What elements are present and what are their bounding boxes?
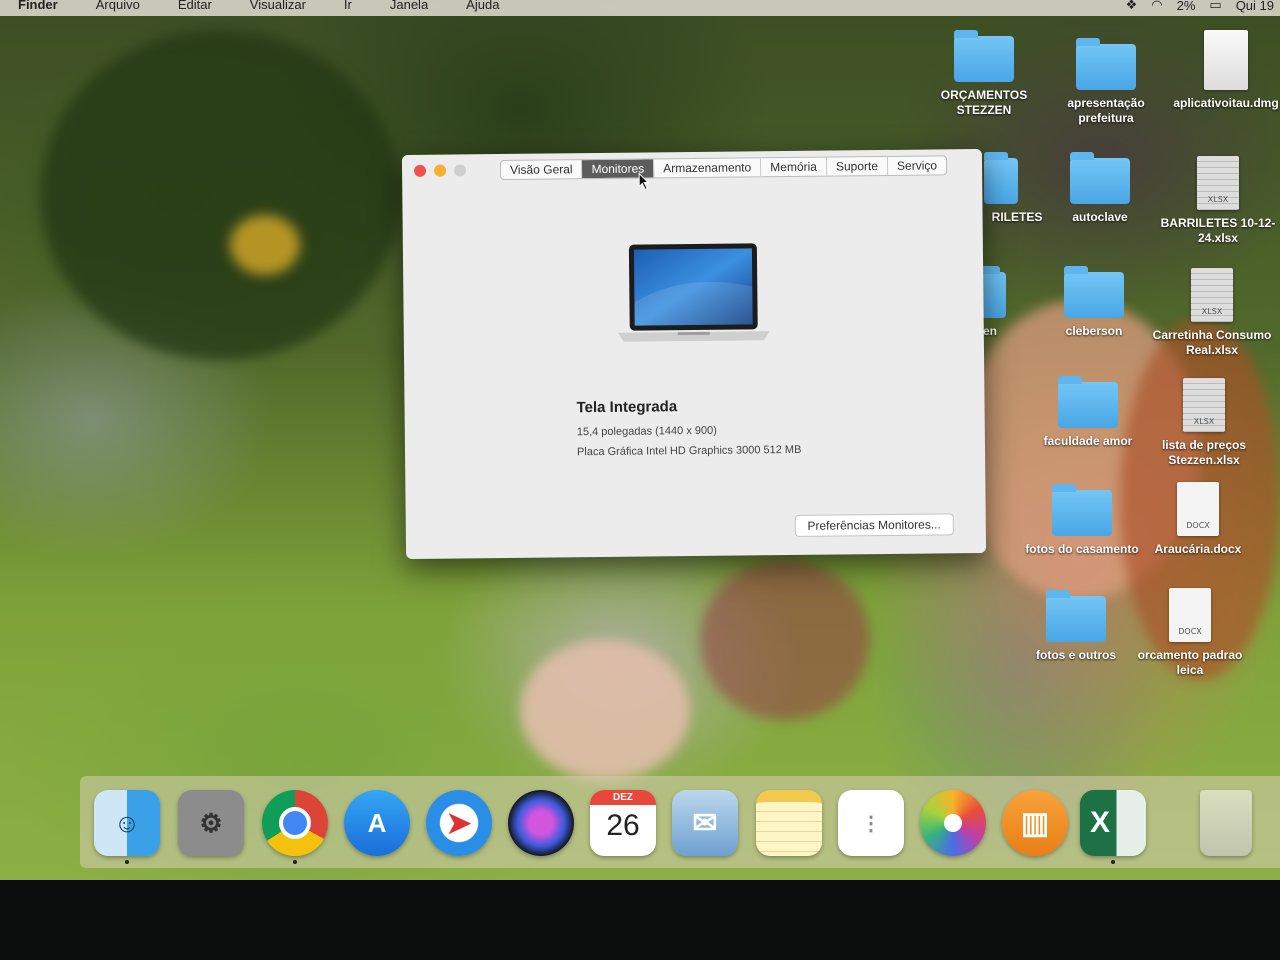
excel-icon[interactable]: X (1080, 790, 1146, 856)
desktop-icon-lista-de-precos-xlsx[interactable]: XLSX lista de preços Stezzen.xlsx (1144, 378, 1264, 468)
disk-image-icon (1204, 30, 1248, 90)
wallpaper-baby (520, 640, 690, 780)
wallpaper-child (700, 560, 870, 720)
folder-icon (1046, 590, 1106, 642)
menu-bar: Finder Arquivo Editar Visualizar Ir Jane… (0, 0, 1280, 16)
app-store-icon[interactable]: A (344, 790, 410, 856)
display-name: Tela Integrada (576, 398, 678, 417)
notes-icon[interactable] (756, 790, 822, 856)
folder-icon (1058, 376, 1118, 428)
system-preferences-icon[interactable]: ⚙ (178, 790, 244, 856)
photos-icon[interactable] (920, 790, 986, 856)
menu-ir[interactable]: Ir (344, 0, 352, 12)
books-icon[interactable]: ▥ (1002, 790, 1068, 856)
spreadsheet-file-icon: XLSX (1197, 156, 1239, 210)
desktop-icon-aplicativoitau-dmg[interactable]: aplicativoitau.dmg (1166, 30, 1280, 111)
desktop-icon-fotos-e-outros[interactable]: fotos e outros (1016, 590, 1136, 663)
folder-icon (1070, 152, 1130, 204)
document-file-icon: DOCX (1169, 588, 1211, 642)
chrome-center-icon (279, 807, 311, 839)
menu-janela[interactable]: Janela (390, 0, 428, 12)
tab-servico[interactable]: Serviço (888, 156, 946, 175)
about-this-mac-window: Visão Geral Monitores Armazenamento Memó… (401, 148, 987, 560)
calendar-icon[interactable]: DEZ 26 (590, 790, 656, 856)
tab-visao-geral[interactable]: Visão Geral (500, 160, 583, 180)
desktop-icon-autoclave[interactable]: autoclave (1040, 152, 1160, 225)
folder-icon (1064, 266, 1124, 318)
desktop-icon-faculdade-amor[interactable]: faculdade amor (1028, 376, 1148, 449)
display-preferences-button[interactable]: Preferências Monitores... (794, 513, 954, 537)
running-indicator (1111, 860, 1115, 864)
tab-memoria[interactable]: Memória (761, 157, 828, 177)
document-file-icon: DOCX (1177, 482, 1219, 536)
desktop-icon-carretinha-xlsx[interactable]: XLSX Carretinha Consumo Real.xlsx (1152, 268, 1272, 358)
wifi-icon[interactable]: ◠ (1151, 0, 1162, 13)
clock[interactable]: Qui 19 (1236, 0, 1274, 13)
running-indicator (125, 860, 129, 864)
display-size: 15,4 polegadas (1440 x 900) (576, 424, 717, 439)
macbook-display-icon (617, 243, 770, 342)
tab-armazenamento[interactable]: Armazenamento (654, 158, 762, 178)
trash-icon[interactable] (1200, 790, 1252, 856)
menu-editar[interactable]: Editar (178, 0, 212, 12)
desktop-icon-araucaria-docx[interactable]: DOCX Araucária.docx (1138, 482, 1258, 557)
wallpaper-tree (40, 30, 400, 360)
finder-icon[interactable]: ☺ (94, 790, 160, 856)
folder-icon (984, 152, 1018, 204)
menu-arquivo[interactable]: Arquivo (96, 0, 140, 12)
status-menu-icon[interactable]: ❖ (1126, 0, 1138, 13)
close-window-button[interactable] (414, 164, 427, 177)
desktop-icon-apresentacao-prefeitura[interactable]: apresentação prefeitura (1046, 38, 1166, 126)
battery-percent[interactable]: 2% (1177, 0, 1196, 13)
folder-icon (1076, 38, 1136, 90)
minimize-window-button[interactable] (434, 164, 447, 177)
desktop-icon-orcamentos-stezzen[interactable]: ORÇAMENTOS STEZZEN (924, 30, 1044, 118)
menu-finder[interactable]: Finder (18, 0, 58, 12)
graphics-card: Placa Gráfica Intel HD Graphics 3000 512… (576, 443, 802, 459)
spreadsheet-file-icon: XLSX (1183, 378, 1225, 432)
calendar-month: DEZ (590, 790, 656, 805)
calendar-day: 26 (606, 809, 640, 842)
desktop-icon-fotos-do-casamento[interactable]: fotos do casamento (1022, 484, 1142, 557)
zoom-window-button[interactable] (454, 164, 467, 177)
siri-icon[interactable] (508, 790, 574, 856)
laptop-bezel (0, 880, 1280, 960)
window-titlebar[interactable]: Visão Geral Monitores Armazenamento Memó… (402, 149, 982, 191)
folder-icon (1052, 484, 1112, 536)
desktop-icon-orcamento-padrao-leica[interactable]: DOCX orcamento padrao leica (1130, 588, 1250, 678)
mail-icon[interactable]: ✉ (672, 790, 738, 856)
desktop-icon-barriletes-xlsx[interactable]: XLSX BARRILETES 10-12-24.xlsx (1158, 156, 1278, 246)
folder-icon (954, 30, 1014, 82)
running-indicator (293, 860, 297, 864)
menu-visualizar[interactable]: Visualizar (250, 0, 306, 12)
tab-suporte[interactable]: Suporte (826, 156, 889, 176)
tab-bar: Visão Geral Monitores Armazenamento Memó… (499, 155, 948, 181)
wallpaper-fruit (230, 215, 300, 275)
spreadsheet-file-icon: XLSX (1191, 268, 1233, 322)
reminders-icon[interactable]: ⋮ (838, 790, 904, 856)
desktop-icon-cleberson[interactable]: cleberson (1034, 266, 1154, 339)
dock: ☺ ⚙ A ➤ DEZ 26 ✉ ⋮ ▥ X (80, 776, 1280, 868)
photos-center-icon (944, 814, 962, 832)
mouse-pointer-icon (638, 172, 650, 191)
chrome-icon[interactable] (262, 790, 328, 856)
safari-icon[interactable]: ➤ (426, 790, 492, 856)
menu-ajuda[interactable]: Ajuda (466, 0, 499, 12)
battery-icon[interactable]: ▭ (1209, 0, 1221, 13)
